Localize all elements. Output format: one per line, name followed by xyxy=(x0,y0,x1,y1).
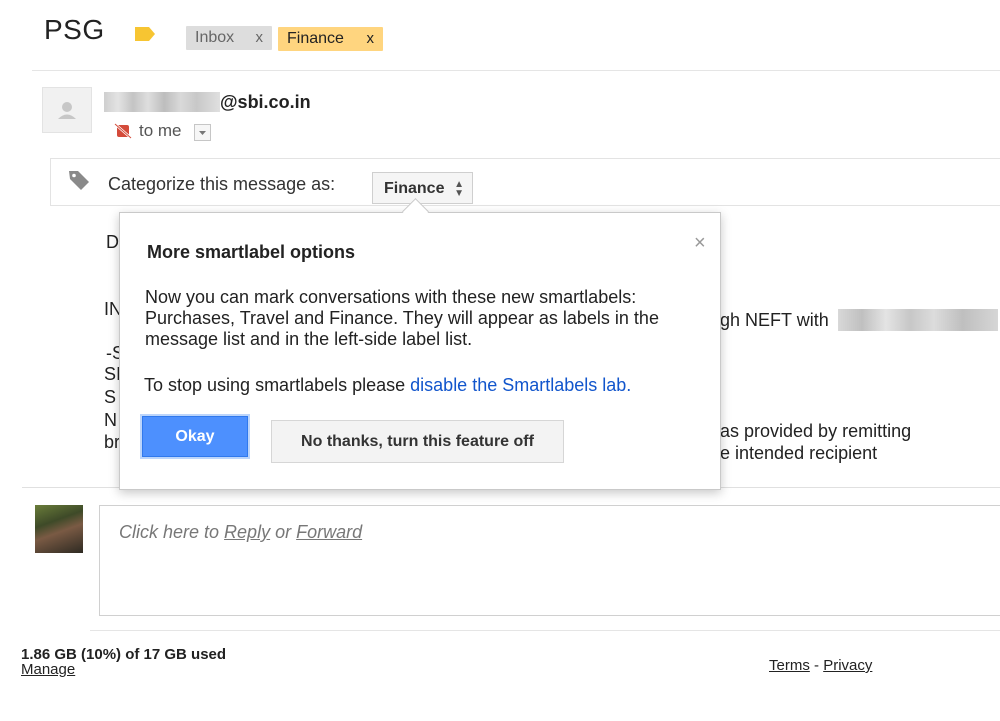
terms-link[interactable]: Terms xyxy=(769,657,810,674)
label-important-icon[interactable] xyxy=(135,27,155,41)
label-chip-inbox-text: Inbox xyxy=(195,29,235,46)
select-arrows-icon: ▲ ▼ xyxy=(454,179,464,199)
sender-avatar xyxy=(42,87,92,133)
manage-storage-link[interactable]: Manage xyxy=(21,661,75,678)
redacted-text xyxy=(838,309,998,331)
disable-smartlabels-link[interactable]: disable the Smartlabels lab. xyxy=(410,375,631,395)
email-subject: PSG xyxy=(44,14,105,45)
forward-link[interactable]: Forward xyxy=(296,522,362,542)
okay-button[interactable]: Okay xyxy=(140,414,250,459)
divider xyxy=(90,630,1000,631)
popup-title: More smartlabel options xyxy=(147,242,356,262)
chevron-down-icon xyxy=(199,131,206,135)
body-text-fragment: D xyxy=(106,232,119,252)
body-text-fragment: br xyxy=(104,432,121,452)
label-chip-inbox[interactable]: Inbox x xyxy=(186,26,272,50)
body-text-fragment: gh NEFT with xyxy=(720,310,829,330)
category-selected-value: Finance xyxy=(384,180,445,197)
turn-off-feature-button[interactable]: No thanks, turn this feature off xyxy=(271,420,564,463)
footer-links: Terms - Privacy xyxy=(769,657,872,674)
not-important-icon[interactable] xyxy=(114,122,132,140)
redacted-sender-name xyxy=(104,92,220,112)
recipient-text: to me xyxy=(139,121,182,140)
body-text-fragment: S xyxy=(104,387,117,407)
footer-separator: - xyxy=(809,657,824,674)
remove-label-finance-button[interactable]: x xyxy=(367,27,375,51)
categorize-prompt: Categorize this message as: xyxy=(108,174,336,194)
user-avatar xyxy=(35,505,83,553)
close-icon[interactable]: × xyxy=(694,232,706,255)
privacy-link[interactable]: Privacy xyxy=(823,657,872,674)
person-icon xyxy=(58,102,76,119)
category-select[interactable]: Finance ▲ ▼ xyxy=(372,172,473,204)
label-chip-finance[interactable]: Finance x xyxy=(278,27,383,51)
reply-middle: or xyxy=(270,522,297,542)
divider xyxy=(32,70,1000,71)
reply-prefix: Click here to xyxy=(119,522,225,542)
reply-link[interactable]: Reply xyxy=(224,522,270,542)
remove-label-inbox-button[interactable]: x xyxy=(256,26,264,50)
tag-icon xyxy=(69,171,89,190)
details-dropdown-button[interactable] xyxy=(194,124,211,141)
body-text-fragment: e intended recipient xyxy=(720,443,878,463)
popup-stop-text: To stop using smartlabels please disable… xyxy=(144,375,631,396)
popup-stop-label: To stop using smartlabels please xyxy=(144,375,411,395)
sender-email[interactable]: @sbi.co.in xyxy=(220,92,311,113)
body-text-fragment: as provided by remitting xyxy=(720,421,912,441)
reply-prompt: Click here to Reply or Forward xyxy=(119,522,362,543)
body-text-fragment: N xyxy=(104,410,117,430)
popup-description: Now you can mark conversations with thes… xyxy=(145,287,659,349)
label-chip-finance-text: Finance xyxy=(287,30,344,47)
